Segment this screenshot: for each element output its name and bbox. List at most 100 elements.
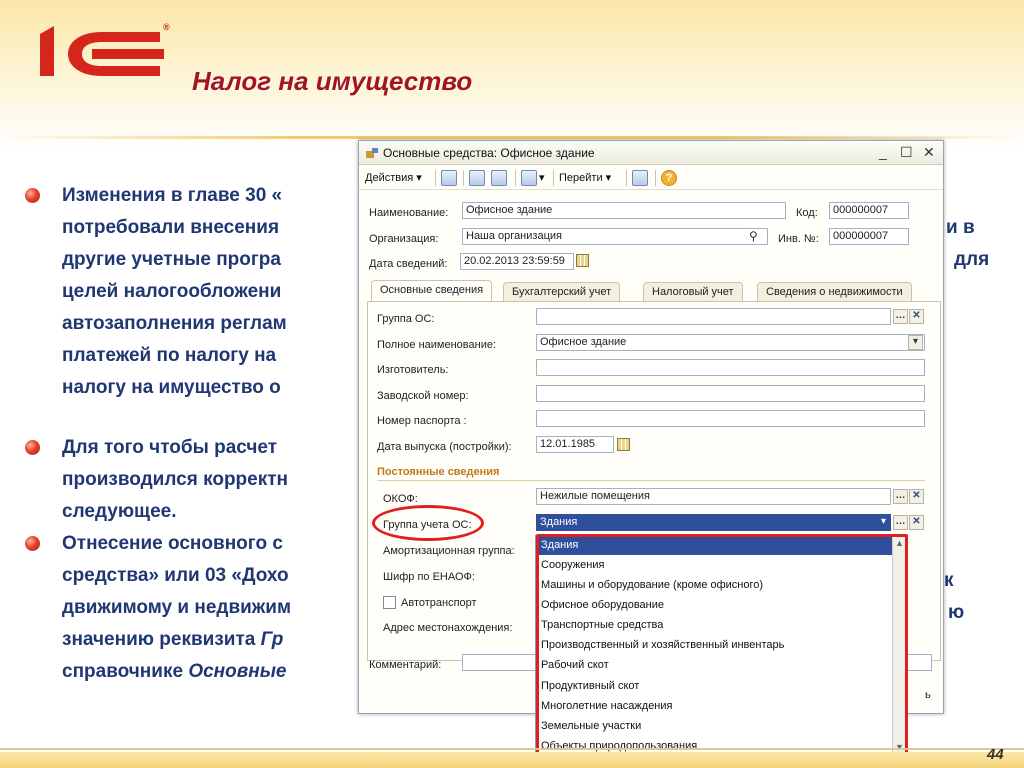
group-uchet-field[interactable]: Здания [536, 514, 891, 531]
page-number: 44 [987, 746, 1004, 763]
full-name-label: Полное наименование: [377, 339, 497, 351]
factory-num-label: Заводской номер: [377, 390, 469, 402]
actions-menu[interactable]: Действия ▾ [365, 171, 422, 184]
factory-num-field[interactable] [536, 385, 925, 402]
okof-label: ОКОФ: [383, 493, 418, 505]
bullet-icon [25, 440, 40, 455]
maximize-button[interactable]: ☐ [900, 144, 913, 161]
select-button[interactable]: … [893, 489, 908, 504]
bullet-line: значению реквизита Гр [62, 624, 291, 656]
maker-label: Изготовитель: [377, 364, 449, 376]
auto-checkbox[interactable] [383, 596, 396, 609]
auto-label: Автотранспорт [401, 597, 477, 609]
inv-label: Инв. №: [778, 233, 819, 245]
bullet-line: Изменения в главе 30 « [62, 185, 283, 206]
clear-icon[interactable]: ✕ [909, 309, 924, 324]
bullet-line: Для того чтобы расчет [62, 437, 278, 458]
bullet-line: налогу на имущество о [62, 377, 281, 398]
text-fragment: ю [948, 602, 965, 623]
bullet-line-text: справочнике [62, 661, 189, 682]
copy-icon[interactable] [491, 170, 507, 186]
bullet-line: Отнесение основного с [62, 533, 283, 554]
org-label: Организация: [369, 233, 439, 245]
amort-label: Амортизационная группа: [383, 545, 515, 557]
1c-logo [40, 26, 164, 76]
list-icon[interactable] [632, 170, 648, 186]
help-icon[interactable]: ? [661, 170, 677, 186]
tab-accounting[interactable]: Бухгалтерский учет [503, 282, 621, 302]
text-fragment: к [944, 570, 954, 591]
full-name-field[interactable]: Офисное здание [536, 334, 925, 351]
post-icon[interactable] [521, 170, 537, 186]
minimize-button[interactable]: _ [879, 144, 887, 160]
window-icon [366, 148, 378, 158]
goto-label: Перейти [559, 172, 603, 184]
release-date-field[interactable]: 12.01.1985 [536, 436, 614, 453]
text-fragment: и в [946, 217, 975, 238]
bullet-line: средства» или 03 «Дохо [62, 565, 289, 586]
search-icon[interactable]: ⚲ [749, 229, 758, 243]
bullet-3-text: Отнесение основного с средства» или 03 «… [62, 528, 291, 688]
comment-label: Комментарий: [369, 659, 442, 671]
dropdown-arrow-icon[interactable]: ▾ [908, 335, 923, 350]
post-dropdown-arrow[interactable]: ▾ [539, 171, 545, 184]
address-label: Адрес местонахождения: [383, 622, 513, 634]
select-button[interactable]: … [893, 309, 908, 324]
dropdown-arrow-icon[interactable]: ▾ [881, 516, 886, 527]
button-tail-text: ь [925, 689, 931, 701]
goto-menu[interactable]: Перейти ▾ [559, 171, 611, 184]
window-titlebar: Основные средства: Офисное здание _ ☐ ✕ [359, 141, 943, 165]
org-field[interactable]: Наша организация [462, 228, 768, 245]
bullet-line: потребовали внесения [62, 217, 280, 238]
calendar-icon[interactable] [617, 438, 630, 451]
footer-band [0, 752, 1024, 768]
toolbar-separator [515, 170, 516, 186]
toolbar: Действия ▾ ▾ Перейти ▾ ? [359, 166, 943, 190]
refresh-icon[interactable] [469, 170, 485, 186]
toolbar-separator [655, 170, 656, 186]
tab-realty[interactable]: Сведения о недвижимости [757, 282, 912, 302]
group-os-field[interactable] [536, 308, 891, 325]
bullet-line: следующее. [62, 501, 177, 522]
window-title: Основные средства: Офисное здание [383, 146, 595, 160]
bullet-icon [25, 536, 40, 551]
code-label: Код: [796, 207, 818, 219]
tab-tax[interactable]: Налоговый учет [643, 282, 743, 302]
footer-divider [0, 748, 1024, 750]
clear-icon[interactable]: ✕ [909, 515, 924, 530]
text-fragment: для [954, 249, 990, 270]
code-field[interactable]: 000000007 [829, 202, 909, 219]
bullet-line: производился корректн [62, 469, 289, 490]
inv-field[interactable]: 000000007 [829, 228, 909, 245]
date-label: Дата сведений: [369, 258, 448, 270]
release-date-label: Дата выпуска (постройки): [377, 441, 512, 453]
highlight-box [536, 534, 908, 756]
toolbar-separator [553, 170, 554, 186]
clear-icon[interactable]: ✕ [909, 489, 924, 504]
bullet-icon [25, 188, 40, 203]
maker-field[interactable] [536, 359, 925, 376]
okof-field[interactable]: Нежилые помещения [536, 488, 891, 505]
registered-mark: ® [163, 22, 170, 32]
toolbar-separator [626, 170, 627, 186]
tab-main-info[interactable]: Основные сведения [371, 280, 493, 302]
select-button[interactable]: … [893, 515, 908, 530]
slide-title: Налог на имущество [192, 66, 473, 96]
bullet-line: платежей по налогу на [62, 345, 277, 366]
enaof-label: Шифр по ЕНАОФ: [383, 571, 475, 583]
toolbar-separator [463, 170, 464, 186]
highlight-oval [372, 505, 484, 541]
section-divider [377, 480, 925, 481]
bullet-line: справочнике Основные [62, 656, 291, 688]
passport-label: Номер паспорта : [377, 415, 467, 427]
date-field[interactable]: 20.02.2013 23:59:59 [460, 253, 574, 270]
calendar-icon[interactable] [576, 254, 589, 267]
toolbar-separator [435, 170, 436, 186]
close-button[interactable]: ✕ [923, 144, 935, 161]
save-icon[interactable] [441, 170, 457, 186]
name-field[interactable]: Офисное здание [462, 202, 786, 219]
bullet-line-text: значению реквизита [62, 629, 261, 650]
passport-field[interactable] [536, 410, 925, 427]
bullet-1-text: Изменения в главе 30 « потребовали внесе… [62, 180, 287, 404]
bullet-italic-term: Основные [188, 661, 287, 682]
